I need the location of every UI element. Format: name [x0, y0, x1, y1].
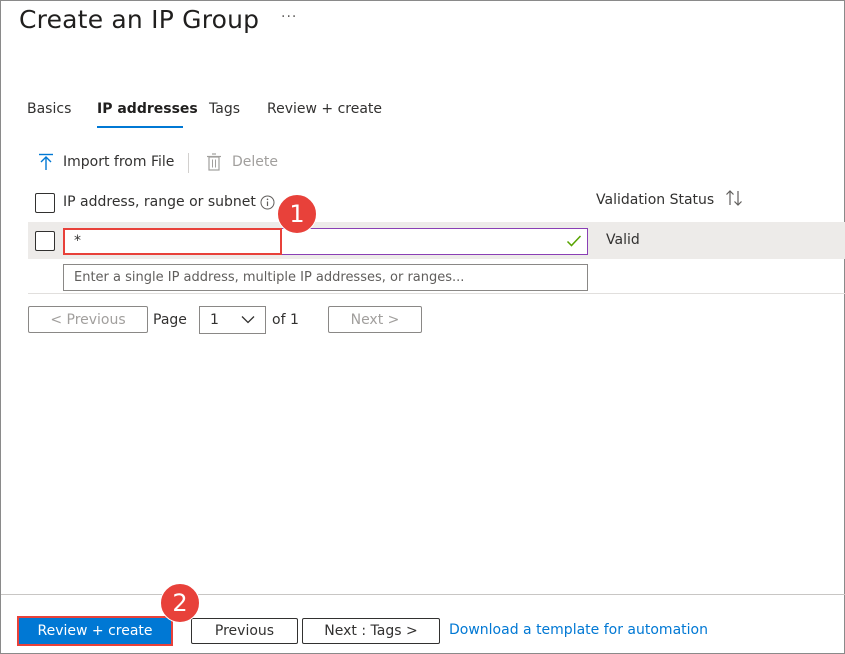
create-ip-group-blade: Create an IP Group ··· Basics IP address…	[0, 0, 845, 654]
page-label: Page	[153, 312, 187, 328]
tab-basics[interactable]: Basics	[27, 101, 71, 117]
download-template-link[interactable]: Download a template for automation	[449, 622, 708, 638]
active-tab-indicator	[97, 126, 183, 128]
new-ip-address-input[interactable]: Enter a single IP address, multiple IP a…	[63, 264, 588, 291]
sort-icon[interactable]	[725, 190, 743, 206]
annotation-highlight-ip-field	[63, 228, 282, 255]
validation-status-value: Valid	[606, 232, 640, 248]
validation-status-label: Validation Status	[596, 192, 715, 208]
next-tags-button[interactable]: Next : Tags >	[302, 618, 440, 644]
step-badge-2: 2	[160, 583, 200, 623]
step-badge-1: 1	[277, 194, 317, 234]
tab-review-create[interactable]: Review + create	[267, 101, 382, 117]
delete-label: Delete	[232, 154, 278, 170]
table-divider	[28, 293, 845, 294]
column-header-ip: IP address, range or subnet	[63, 194, 256, 210]
import-from-file-label: Import from File	[63, 154, 175, 170]
column-header-validation-status[interactable]: Validation Status	[596, 190, 743, 208]
page-total-label: of 1	[272, 312, 299, 328]
tab-tags[interactable]: Tags	[209, 101, 240, 117]
row-checkbox[interactable]	[35, 231, 55, 251]
upload-arrow-icon	[37, 153, 55, 171]
previous-button[interactable]: Previous	[191, 618, 298, 644]
import-from-file-button[interactable]: Import from File	[37, 153, 174, 171]
trash-icon	[206, 153, 222, 171]
next-page-button[interactable]: Next >	[328, 306, 422, 333]
more-options-button[interactable]: ···	[281, 9, 297, 25]
annotation-highlight-review-create	[17, 616, 173, 646]
info-icon	[260, 195, 275, 210]
select-all-checkbox[interactable]	[35, 193, 55, 213]
page-select[interactable]: 1	[199, 306, 266, 334]
previous-page-button[interactable]: < Previous	[28, 306, 148, 333]
page-title: Create an IP Group	[19, 5, 260, 34]
tab-ip-addresses[interactable]: IP addresses	[97, 101, 198, 117]
chevron-down-icon	[241, 312, 255, 328]
delete-button[interactable]: Delete	[206, 153, 278, 171]
valid-check-icon	[566, 233, 582, 252]
footer-divider	[1, 594, 845, 595]
toolbar-separator	[188, 153, 189, 173]
page-select-value: 1	[210, 312, 219, 328]
